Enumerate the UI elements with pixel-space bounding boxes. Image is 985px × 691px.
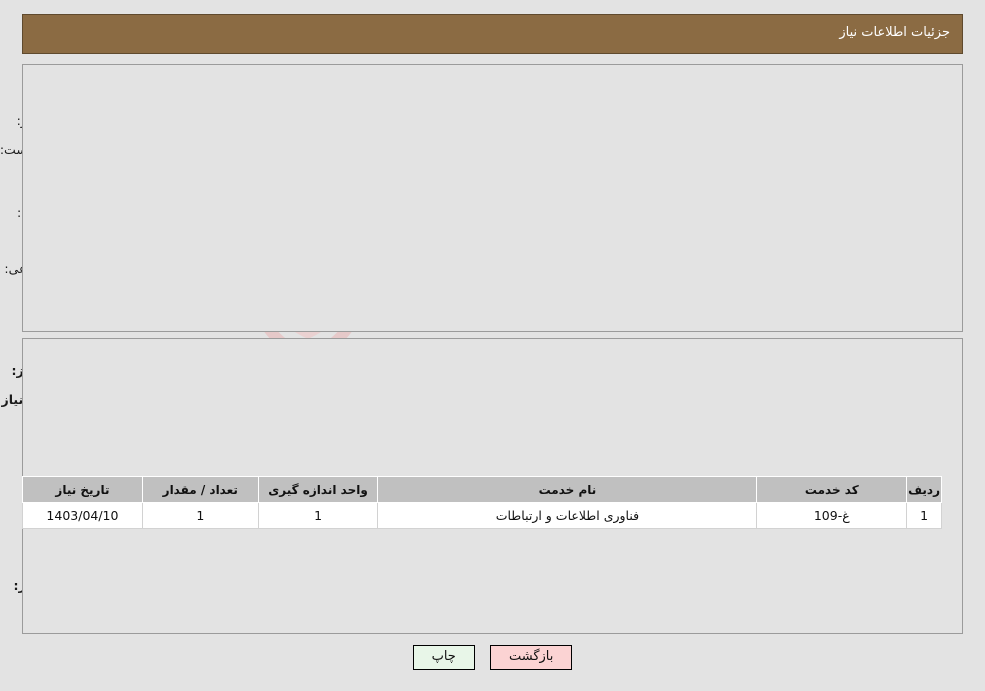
- cell-service-code: غ-109: [756, 502, 908, 529]
- th-quantity: تعداد / مقدار: [141, 476, 259, 503]
- services-table: ردیف کد خدمت نام خدمت واحد اندازه گیری ت…: [22, 476, 942, 529]
- page-root: AriaTender.net جزئیات اطلاعات نیاز شماره…: [0, 0, 985, 691]
- th-need-date: تاریخ نیاز: [22, 476, 143, 503]
- window-titlebar: جزئیات اطلاعات نیاز: [22, 14, 963, 54]
- cell-quantity: 1: [141, 502, 259, 529]
- th-service-code: کد خدمت: [756, 476, 908, 503]
- table-row: 1 غ-109 فناوری اطلاعات و ارتباطات 1 1 14…: [22, 502, 942, 529]
- back-button[interactable]: بازگشت: [489, 645, 573, 670]
- cell-radif: 1: [906, 502, 942, 529]
- th-radif: ردیف: [906, 476, 942, 503]
- th-service-name: نام خدمت: [377, 476, 758, 503]
- footer-buttons: بازگشت چاپ: [0, 645, 985, 670]
- th-unit: واحد اندازه گیری: [257, 476, 379, 503]
- page-title: جزئیات اطلاعات نیاز: [839, 25, 950, 40]
- cell-unit: 1: [257, 502, 379, 529]
- print-button[interactable]: چاپ: [412, 645, 475, 670]
- cell-need-date: 1403/04/10: [22, 502, 143, 529]
- need-info-panel: [22, 64, 963, 332]
- table-header-row: ردیف کد خدمت نام خدمت واحد اندازه گیری ت…: [22, 476, 942, 503]
- cell-service-name: فناوری اطلاعات و ارتباطات: [377, 502, 758, 529]
